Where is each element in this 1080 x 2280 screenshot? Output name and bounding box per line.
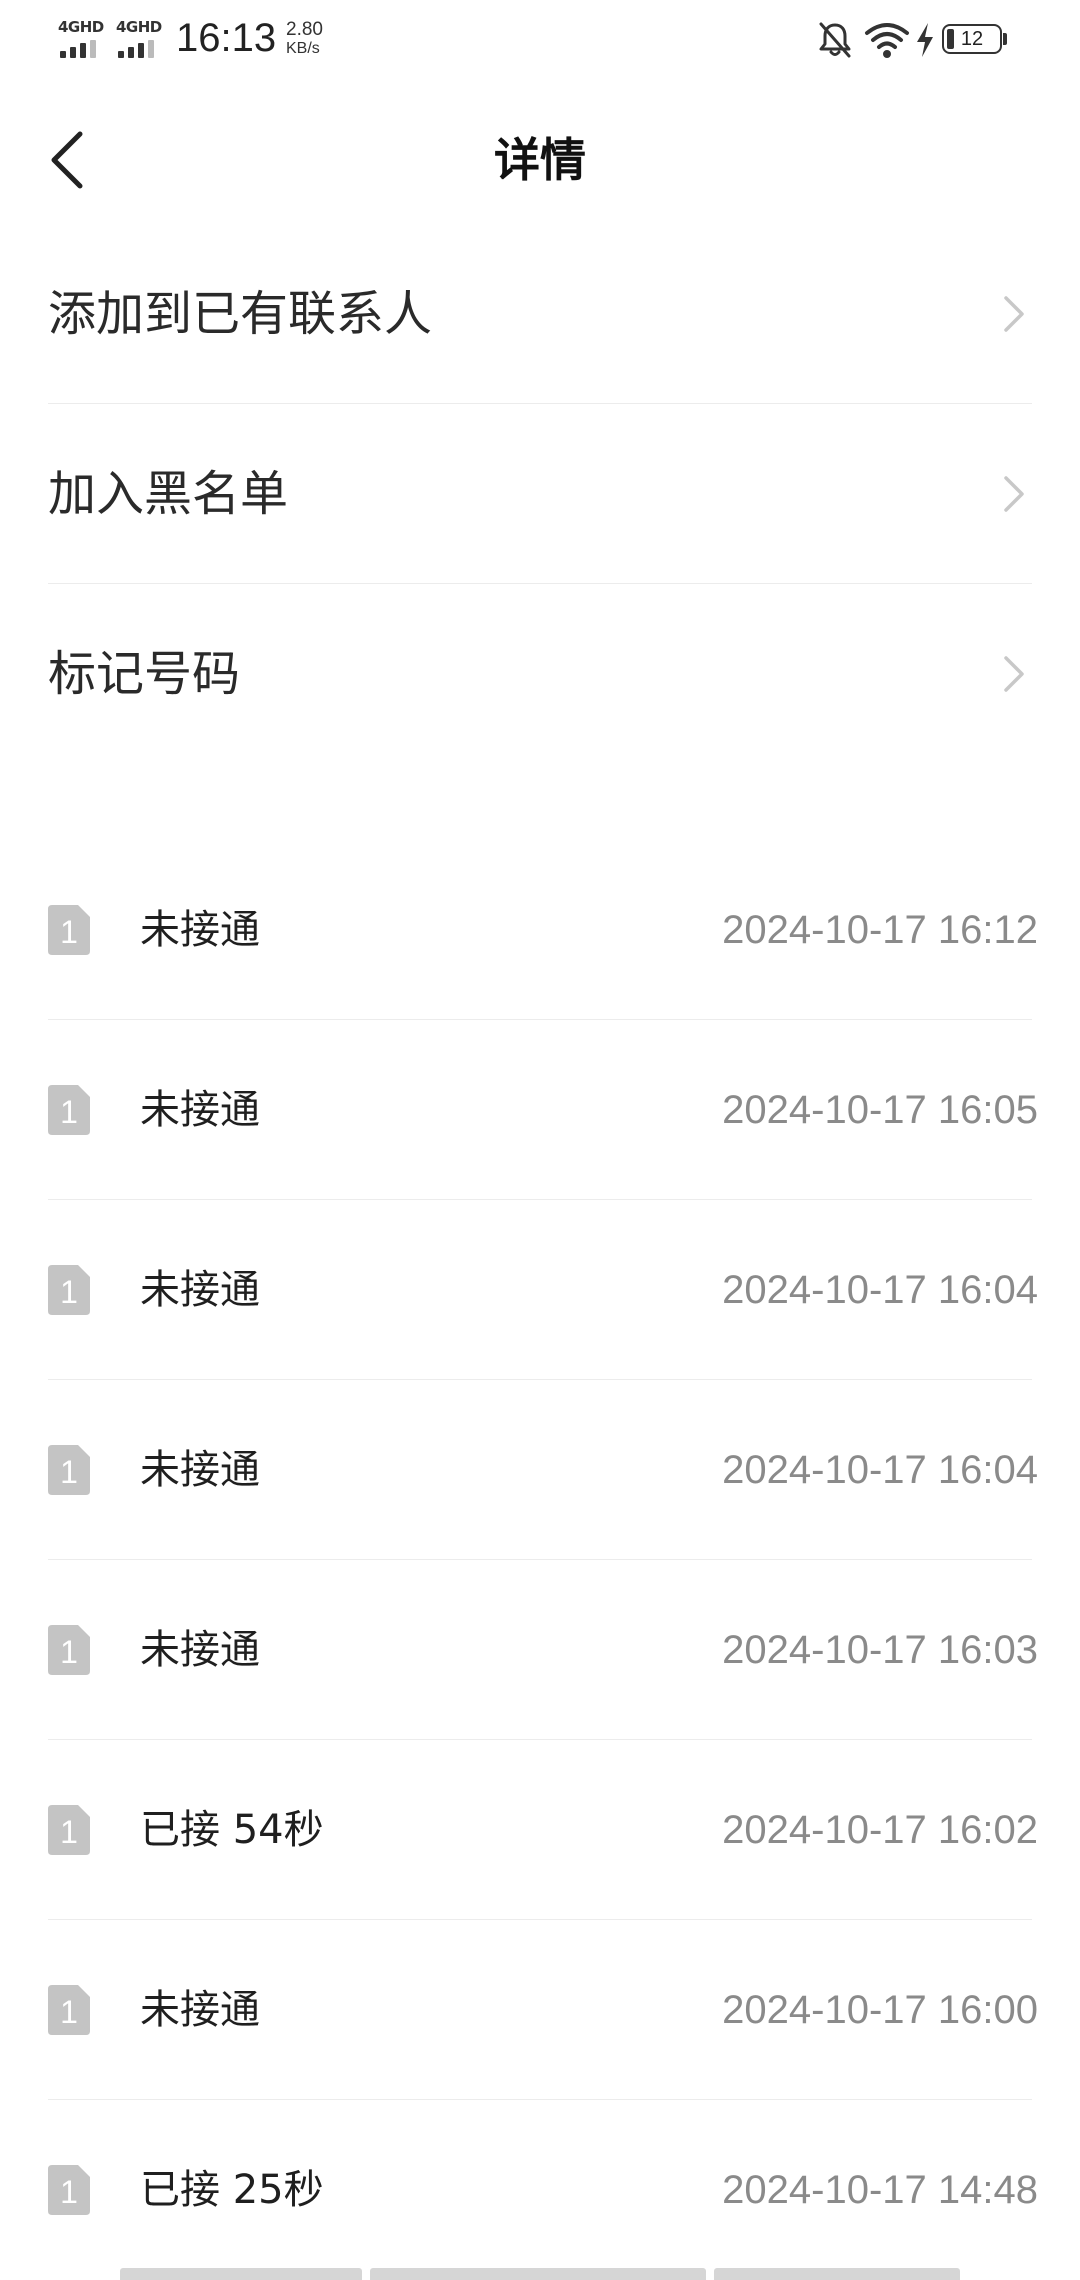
menu-item-label: 添加到已有联系人 (48, 286, 433, 342)
signal-sim2-icon: 4GHD (116, 18, 166, 60)
sim-number-label: 1 (60, 1454, 78, 1490)
mute-bell-icon (816, 20, 854, 64)
sim-card-icon: 1 (48, 1445, 90, 1495)
call-status: 未接通 (140, 1987, 260, 2033)
status-clock: 16:13 (176, 16, 277, 60)
call-log-row: 1 未接通 2024-10-17 16:12 (48, 840, 1038, 1020)
call-status: 未接通 (140, 907, 260, 953)
back-button[interactable] (40, 120, 110, 200)
call-timestamp: 2024-10-17 16:04 (722, 1448, 1038, 1492)
status-bar: 4GHD 4GHD 16:13 2.80 KB/s 12 (0, 0, 1080, 80)
call-status: 未接通 (140, 1447, 260, 1493)
sim-number-label: 1 (60, 1994, 78, 2030)
call-log-row: 1 未接通 2024-10-17 16:05 (48, 1020, 1038, 1200)
charging-icon (914, 20, 936, 64)
call-timestamp: 2024-10-17 16:03 (722, 1628, 1038, 1672)
sim-card-icon: 1 (48, 1805, 90, 1855)
menu-item-label: 加入黑名单 (48, 466, 289, 522)
network-speed: 2.80 KB/s (286, 20, 336, 58)
network-speed-unit: KB/s (286, 40, 320, 57)
call-timestamp: 2024-10-17 16:00 (722, 1988, 1038, 2032)
call-timestamp: 2024-10-17 16:05 (722, 1088, 1038, 1132)
call-log-row: 1 未接通 2024-10-17 16:00 (48, 1920, 1038, 2100)
call-history-list: 1 未接通 2024-10-17 16:12 1 未接通 2024-10-17 … (48, 840, 1038, 2280)
battery-level: 12 (960, 28, 984, 50)
call-log-row: 1 未接通 2024-10-17 16:04 (48, 1200, 1038, 1380)
chevron-left-icon (40, 131, 110, 204)
wifi-icon (864, 20, 910, 64)
chevron-right-icon (992, 470, 1032, 518)
signal-sim1-icon: 4GHD (58, 18, 108, 60)
call-log-row: 1 未接通 2024-10-17 16:03 (48, 1560, 1038, 1740)
battery-indicator: 12 (942, 24, 1007, 56)
network-type-label: 4GHD (116, 18, 162, 36)
sim-card-icon: 1 (48, 2165, 90, 2215)
sim-number-label: 1 (60, 1094, 78, 1130)
sim-card-icon: 1 (48, 1085, 90, 1135)
title-bar: 详情 (0, 100, 1080, 220)
network-type-label: 4GHD (58, 18, 104, 36)
sim-card-icon: 1 (48, 905, 90, 955)
sim-number-label: 1 (60, 1814, 78, 1850)
sim-card-icon: 1 (48, 1625, 90, 1675)
call-timestamp: 2024-10-17 16:02 (722, 1808, 1038, 1852)
call-status: 已接 54秒 (140, 1807, 324, 1853)
menu-item-label: 标记号码 (48, 646, 241, 702)
call-log-row: 1 已接 54秒 2024-10-17 16:02 (48, 1740, 1038, 1920)
add-to-existing-contact-item[interactable]: 添加到已有联系人 (48, 224, 1032, 404)
call-timestamp: 2024-10-17 14:48 (722, 2168, 1038, 2212)
call-timestamp: 2024-10-17 16:04 (722, 1268, 1038, 1312)
add-to-blacklist-item[interactable]: 加入黑名单 (48, 404, 1032, 584)
call-status: 已接 25秒 (140, 2167, 324, 2213)
page-title: 详情 (494, 133, 586, 187)
call-timestamp: 2024-10-17 16:12 (722, 908, 1038, 952)
call-status: 未接通 (140, 1627, 260, 1673)
sim-number-label: 1 (60, 2174, 78, 2210)
mark-number-item[interactable]: 标记号码 (48, 584, 1032, 764)
call-log-row: 1 已接 25秒 2024-10-17 14:48 (48, 2100, 1038, 2280)
bottom-toolbar-edge (120, 2268, 960, 2280)
call-log-row: 1 未接通 2024-10-17 16:04 (48, 1380, 1038, 1560)
call-status: 未接通 (140, 1267, 260, 1313)
sim-number-label: 1 (60, 1634, 78, 1670)
action-menu: 添加到已有联系人 加入黑名单 标记号码 (48, 224, 1032, 764)
sim-number-label: 1 (60, 1274, 78, 1310)
chevron-right-icon (992, 650, 1032, 698)
call-status: 未接通 (140, 1087, 260, 1133)
chevron-right-icon (992, 290, 1032, 338)
network-speed-value: 2.80 (286, 19, 323, 40)
sim-number-label: 1 (60, 914, 78, 950)
sim-card-icon: 1 (48, 1985, 90, 2035)
sim-card-icon: 1 (48, 1265, 90, 1315)
